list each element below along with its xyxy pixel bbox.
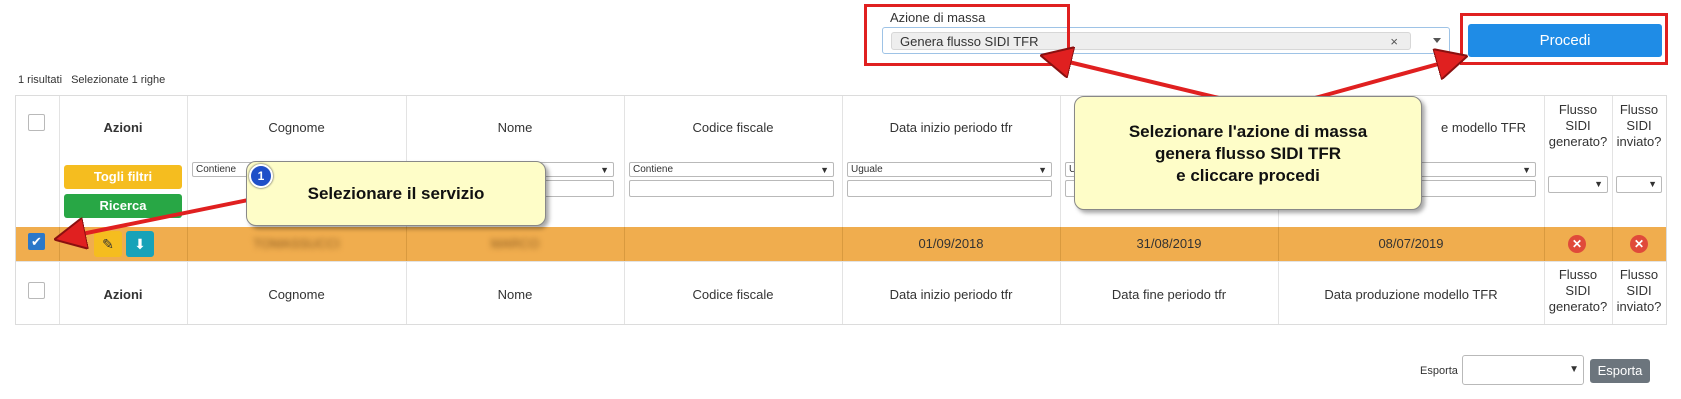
callout-servizio-text: Selezionare il servizio [307, 184, 485, 203]
callout-servizio: Selezionare il servizio [246, 161, 546, 226]
export-button[interactable]: Esporta [1590, 359, 1650, 383]
export-format-select[interactable]: ▼ [1462, 355, 1584, 385]
step-badge: 1 [249, 164, 273, 188]
export-label: Esporta [1420, 365, 1458, 377]
callout-azione-line: Selezionare l'azione di massa [1128, 122, 1368, 141]
callout-azione-line: genera flusso SIDI TFR [1154, 144, 1342, 163]
callout-azione: Selezionare l'azione di massa genera flu… [1074, 96, 1422, 210]
arrow-to-checkbox [62, 196, 259, 238]
chevron-down-icon: ▼ [1569, 364, 1579, 375]
callout-azione-line: e cliccare procedi [1176, 166, 1320, 185]
